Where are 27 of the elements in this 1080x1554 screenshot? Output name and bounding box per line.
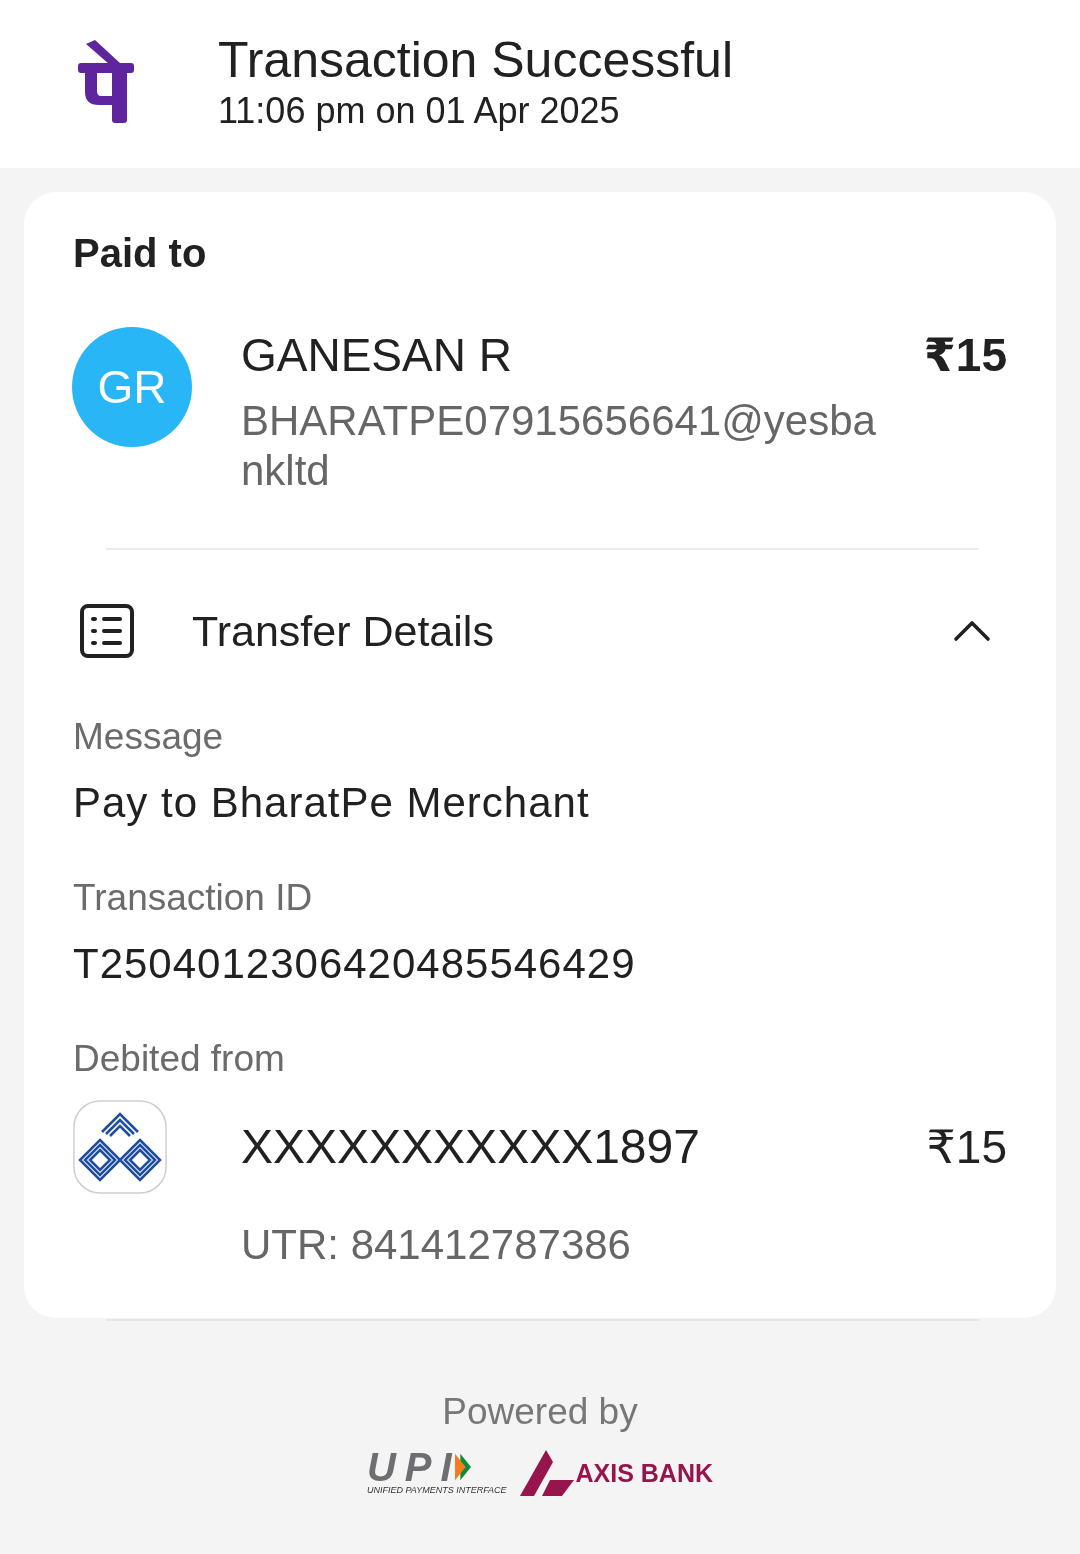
chevron-icon — [953, 619, 991, 643]
payee-upi-id: BHARATPE07915656641@yesbankltd — [241, 396, 877, 496]
app-logo-icon — [76, 40, 136, 124]
powered-by-label: Powered by — [442, 1390, 638, 1434]
avatar: GR — [72, 327, 192, 447]
triangle-logo-icon — [519, 1450, 574, 1496]
screen-title: Transaction Successful — [218, 31, 734, 90]
section-heading: Paid to — [73, 230, 208, 277]
logo-tagline: UNIFIED PAYMENTS INTERFACE — [367, 1485, 507, 1496]
field-label: Message — [73, 715, 225, 759]
section-title: Transfer Details — [192, 606, 495, 657]
bank-logo-icon — [73, 1100, 167, 1194]
paid-amount: ₹15 — [923, 328, 1007, 383]
collapse-button[interactable] — [953, 619, 991, 643]
arrow-logo-icon — [454, 1453, 471, 1481]
payee-name: GANESAN R — [241, 328, 513, 383]
field-value: T2504012306420485546429 — [73, 939, 637, 989]
debited-amount: ₹15 — [926, 1120, 1007, 1175]
utr-number: UTR: 841412787386 — [241, 1220, 631, 1270]
account-number: XXXXXXXXXXX1897 — [241, 1119, 701, 1175]
field-label: Debited from — [73, 1037, 286, 1081]
logo-wordmark: UPI — [367, 1451, 461, 1483]
field-label: Transaction ID — [73, 876, 314, 920]
logo-wordmark: AXIS BANK — [575, 1458, 713, 1488]
field-value: Pay to BharatPe Merchant — [73, 778, 591, 828]
list-icon — [80, 604, 134, 658]
transaction-timestamp: 11:06 pm on 01 Apr 2025 — [218, 89, 621, 133]
